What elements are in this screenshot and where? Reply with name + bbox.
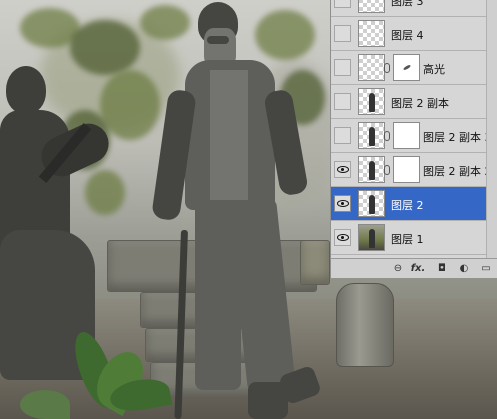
layer-name[interactable]: 图层 2 — [391, 197, 424, 213]
layer-thumbnail[interactable] — [358, 88, 385, 115]
layer-thumbnail[interactable] — [358, 224, 385, 251]
visibility-toggle[interactable] — [334, 161, 351, 178]
add-mask-icon[interactable]: ◘ — [435, 262, 449, 275]
figure-thumbnail-icon — [369, 127, 375, 146]
layer-name[interactable]: 图层 2 副本 2 — [423, 163, 492, 179]
ivy-leaves — [140, 5, 190, 40]
layer-name[interactable]: 图层 2 副本 3 — [423, 129, 492, 145]
visibility-toggle[interactable] — [334, 195, 351, 212]
visibility-toggle[interactable] — [334, 59, 351, 76]
stone-drum — [336, 283, 394, 367]
layer-name[interactable]: 图层 1 — [391, 231, 424, 247]
layer-name[interactable]: 高光 — [423, 61, 445, 77]
layer-row[interactable]: 图层 2 副本 3 — [331, 119, 497, 153]
visibility-toggle[interactable] — [334, 0, 351, 8]
ivy-leaves — [70, 20, 140, 75]
figure-thumbnail-icon — [369, 161, 375, 180]
layer-thumbnail[interactable] — [358, 0, 385, 13]
figure-thumbnail-icon — [369, 93, 375, 112]
new-group-icon[interactable]: ▭ — [479, 262, 493, 275]
layers-panel: 图层 3 图层 4 高光图层 2 副本图层 2 副本 3 图层 2 副本 2 图层 2 图… — [330, 0, 497, 275]
figure-shirt — [210, 70, 248, 200]
visibility-toggle[interactable] — [334, 229, 351, 246]
layer-mask-thumbnail[interactable] — [393, 156, 420, 183]
layer-name[interactable]: 图层 3 — [391, 0, 424, 9]
eye-icon — [336, 200, 349, 207]
layer-mask-thumbnail[interactable] — [393, 122, 420, 149]
layer-thumbnail[interactable] — [358, 20, 385, 47]
layer-row[interactable]: 图层 3 — [331, 0, 497, 17]
mask-highlight-mark — [402, 64, 412, 71]
layers-scrollbar[interactable] — [486, 0, 497, 258]
visibility-toggle[interactable] — [334, 127, 351, 144]
layer-thumbnail[interactable] — [358, 54, 385, 81]
ivy-leaves — [255, 10, 315, 60]
visibility-toggle[interactable] — [334, 93, 351, 110]
statue-head — [6, 66, 46, 114]
plant-leaf — [20, 390, 70, 419]
eye-icon — [336, 234, 349, 241]
adjustment-icon[interactable]: ◐ — [457, 262, 471, 275]
figure-thumbnail-icon — [369, 195, 375, 214]
chain-link-icon[interactable] — [384, 131, 390, 141]
ivy-leaves — [100, 70, 160, 140]
layer-row[interactable]: 高光 — [331, 51, 497, 85]
chain-link-icon[interactable] — [384, 63, 390, 73]
layer-thumbnail[interactable] — [358, 122, 385, 149]
figure-sunglasses — [207, 36, 229, 44]
fx-icon[interactable]: fx. — [411, 262, 426, 275]
layers-panel-footer: ⊖ fx. ◘ ◐ ▭ — [330, 258, 497, 278]
ivy-leaves — [85, 170, 125, 215]
layer-thumbnail[interactable] — [358, 156, 385, 183]
stone-post — [300, 240, 330, 285]
layer-row[interactable]: 图层 2 副本 — [331, 85, 497, 119]
link-icon[interactable]: ⊖ — [391, 262, 405, 275]
layer-mask-thumbnail[interactable] — [393, 54, 420, 81]
layer-row[interactable]: 图层 1 — [331, 221, 497, 255]
layer-row[interactable]: 图层 2 — [331, 187, 497, 221]
layer-name[interactable]: 图层 4 — [391, 27, 424, 43]
layer-thumbnail[interactable] — [358, 190, 385, 217]
chain-link-icon[interactable] — [384, 165, 390, 175]
layer-row[interactable]: 图层 4 — [331, 17, 497, 51]
figure-thumbnail-icon — [369, 229, 375, 248]
layer-name[interactable]: 图层 2 副本 — [391, 95, 449, 111]
eye-icon — [336, 166, 349, 173]
visibility-toggle[interactable] — [334, 25, 351, 42]
layer-row[interactable]: 图层 2 副本 2 — [331, 153, 497, 187]
